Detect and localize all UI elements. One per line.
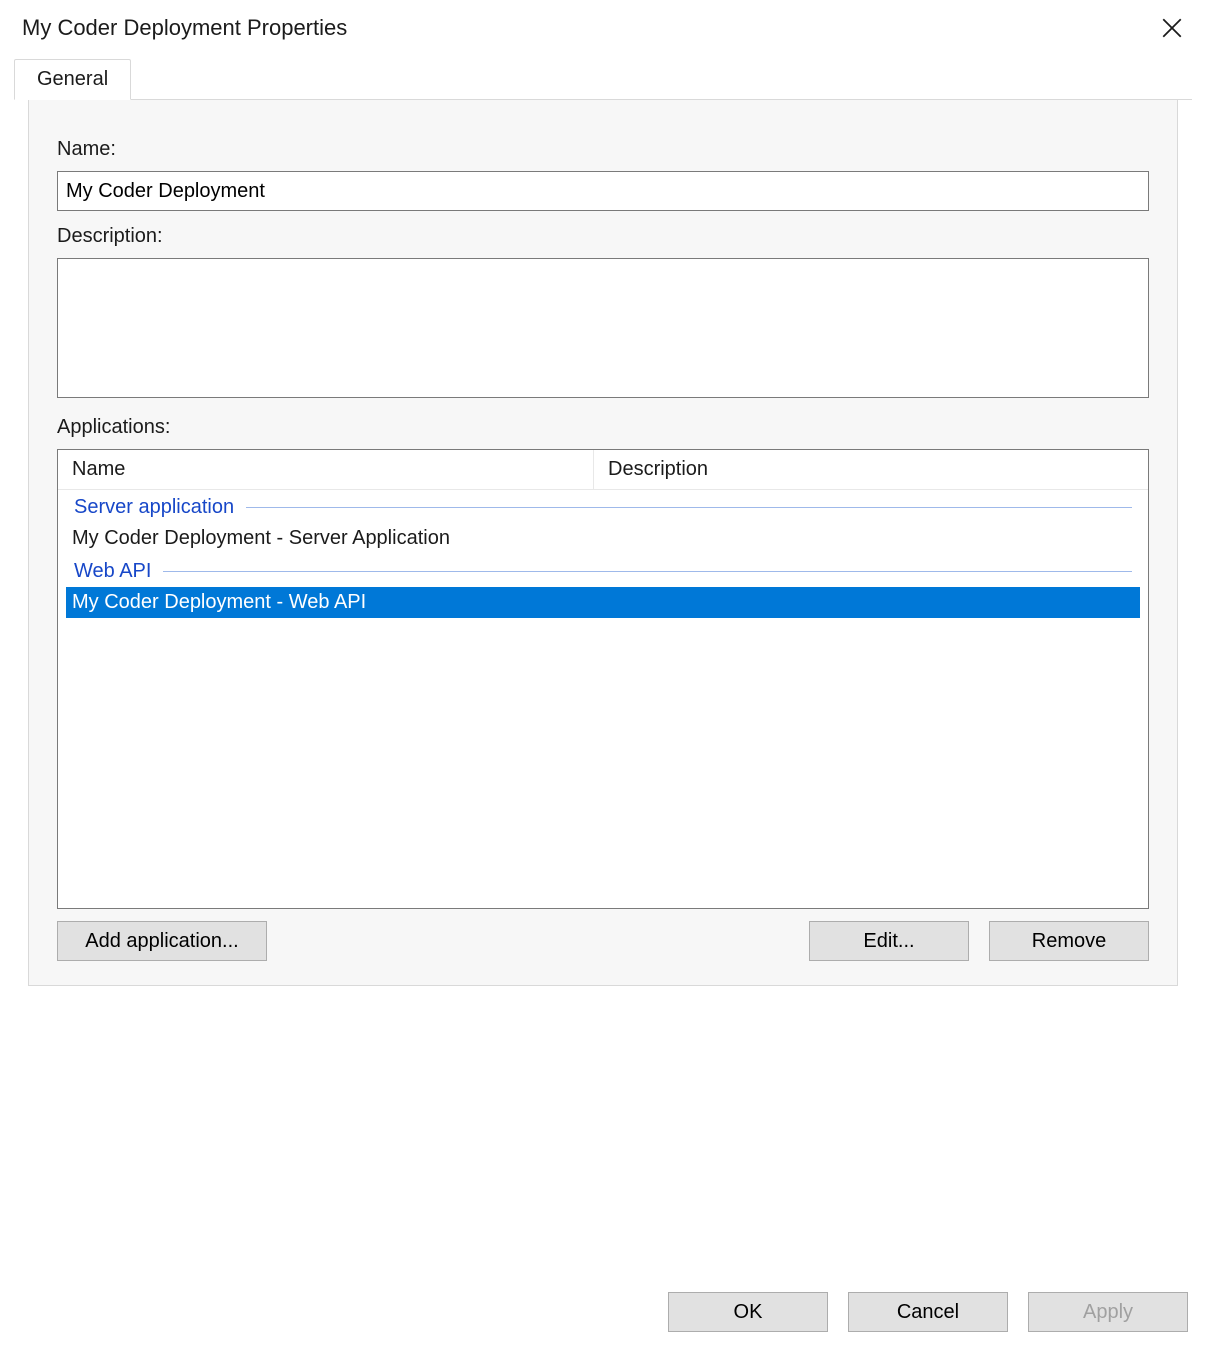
tab-strip: General Name: Description: Applications:… [0, 56, 1206, 986]
properties-dialog: My Coder Deployment Properties General N… [0, 0, 1206, 1350]
list-item[interactable]: My Coder Deployment - Web API [66, 587, 1140, 618]
list-item[interactable]: My Coder Deployment - Server Application [66, 523, 1140, 554]
group-divider [246, 507, 1132, 508]
cancel-button[interactable]: Cancel [848, 1292, 1008, 1332]
group-title: Server application [74, 496, 234, 519]
applications-buttons: Add application... Edit... Remove [57, 921, 1149, 961]
apply-button[interactable]: Apply [1028, 1292, 1188, 1332]
group-header-server-application: Server application [74, 496, 1132, 519]
add-application-button[interactable]: Add application... [57, 921, 267, 961]
applications-columns-header: Name Description [58, 450, 1148, 490]
group-header-web-api: Web API [74, 560, 1132, 583]
description-label: Description: [57, 225, 1149, 248]
applications-body: Server application My Coder Deployment -… [58, 496, 1148, 618]
column-header-name[interactable]: Name [58, 450, 594, 489]
column-header-description[interactable]: Description [594, 450, 1148, 489]
list-item-name: My Coder Deployment - Web API [72, 591, 912, 614]
remove-button[interactable]: Remove [989, 921, 1149, 961]
group-title: Web API [74, 560, 151, 583]
group-divider [163, 571, 1132, 572]
titlebar: My Coder Deployment Properties [0, 0, 1206, 56]
close-icon [1162, 18, 1182, 38]
close-button[interactable] [1148, 10, 1196, 46]
dialog-buttons: OK Cancel Apply [668, 1292, 1188, 1332]
name-label: Name: [57, 138, 1149, 161]
ok-button[interactable]: OK [668, 1292, 828, 1332]
window-title: My Coder Deployment Properties [22, 15, 347, 41]
edit-button[interactable]: Edit... [809, 921, 969, 961]
applications-label: Applications: [57, 416, 1149, 439]
name-input[interactable] [57, 171, 1149, 211]
tab-general[interactable]: General [14, 59, 131, 100]
list-item-name: My Coder Deployment - Server Application [72, 527, 912, 550]
applications-list[interactable]: Name Description Server application My C… [57, 449, 1149, 909]
panel-general: Name: Description: Applications: Name De… [28, 100, 1178, 986]
description-input[interactable] [57, 258, 1149, 398]
